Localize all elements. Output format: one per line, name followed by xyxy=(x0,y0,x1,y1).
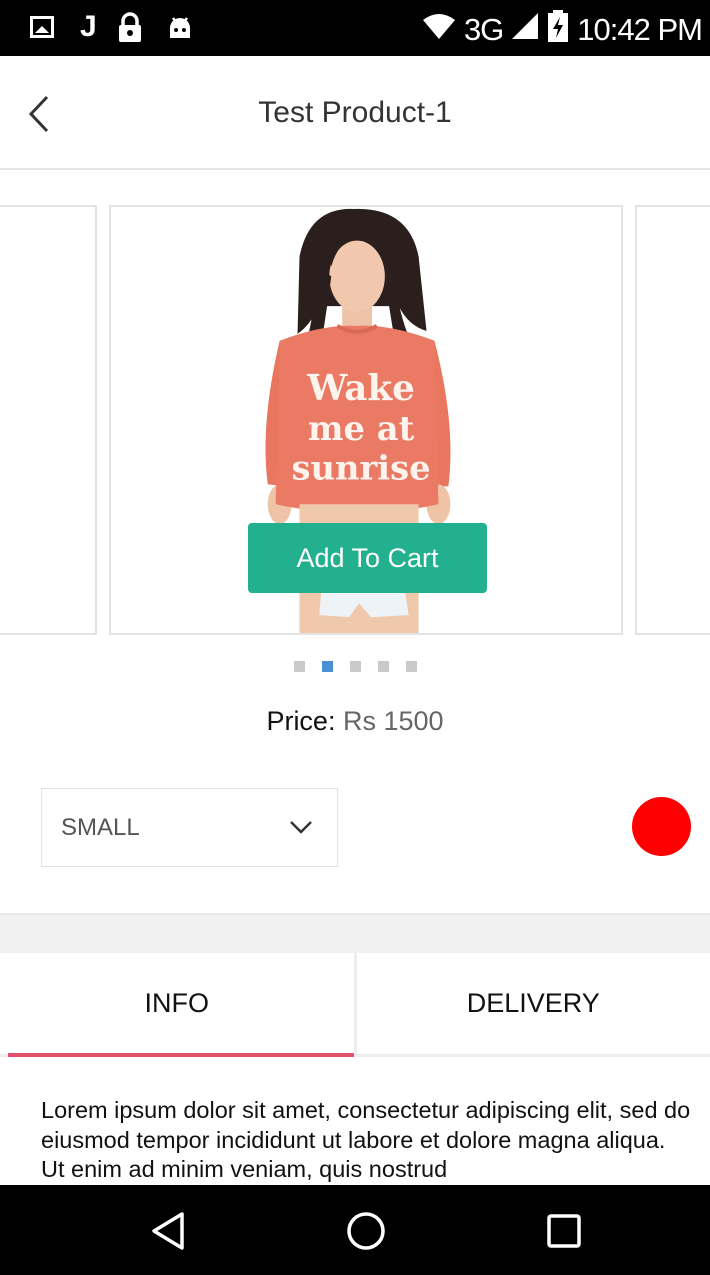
wifi-icon xyxy=(422,12,456,48)
carousel-card-next[interactable] xyxy=(635,205,710,635)
carousel-pagination xyxy=(0,661,710,672)
nav-recents-button[interactable] xyxy=(540,1207,588,1255)
carousel-dot-active[interactable] xyxy=(321,661,333,672)
nav-home-button[interactable] xyxy=(342,1207,390,1255)
battery-charging-icon xyxy=(547,10,569,50)
clock: 10:42 PM xyxy=(577,12,703,47)
product-image-carousel[interactable]: Wake me at sunrise Add To Cart xyxy=(0,205,710,637)
carousel-dot[interactable] xyxy=(377,661,389,672)
price-label: Price: xyxy=(266,706,336,736)
recents-square-icon xyxy=(547,1214,581,1248)
chevron-down-icon xyxy=(290,821,312,834)
home-circle-icon xyxy=(347,1212,385,1250)
signal-icon xyxy=(511,12,539,48)
back-triangle-icon xyxy=(152,1212,184,1250)
image-icon xyxy=(30,12,58,42)
add-to-cart-button[interactable]: Add To Cart xyxy=(248,523,487,593)
color-swatch[interactable] xyxy=(632,797,691,856)
size-selected-value: SMALL xyxy=(61,813,140,841)
app-header: Test Product-1 xyxy=(0,56,710,170)
tab-info[interactable]: INFO xyxy=(0,953,354,1057)
network-type: 3G xyxy=(463,12,504,47)
sweater-graphic-line-1: Wake xyxy=(306,367,415,409)
sweater-graphic-line-2: me at xyxy=(308,408,415,448)
tab-delivery[interactable]: DELIVERY xyxy=(353,953,710,1054)
lock-icon xyxy=(116,12,144,42)
price-row: Price: Rs 1500 xyxy=(0,706,710,737)
android-icon xyxy=(166,12,194,42)
carousel-card-previous[interactable] xyxy=(0,205,97,635)
section-divider xyxy=(0,913,710,953)
detail-tabs: INFO DELIVERY xyxy=(0,953,710,1057)
status-left-icons: J xyxy=(30,12,194,42)
j-icon: J xyxy=(80,10,97,43)
info-description: Lorem ipsum dolor sit amet, consectetur … xyxy=(41,1097,691,1182)
system-nav-bar xyxy=(0,1185,710,1275)
status-bar: J 3G 10:42 PM xyxy=(0,0,710,56)
carousel-dot[interactable] xyxy=(405,661,417,672)
size-dropdown[interactable]: SMALL xyxy=(41,788,338,867)
price-value: Rs 1500 xyxy=(342,706,444,736)
carousel-dot[interactable] xyxy=(293,661,305,672)
page-title: Test Product-1 xyxy=(258,96,452,129)
carousel-card-current[interactable]: Wake me at sunrise Add To Cart xyxy=(109,205,623,635)
sweater-graphic-line-3: sunrise xyxy=(292,447,431,487)
status-right-icons: 3G 10:42 PM xyxy=(422,10,703,50)
nav-back-button[interactable] xyxy=(144,1207,192,1255)
carousel-dot[interactable] xyxy=(349,661,361,672)
